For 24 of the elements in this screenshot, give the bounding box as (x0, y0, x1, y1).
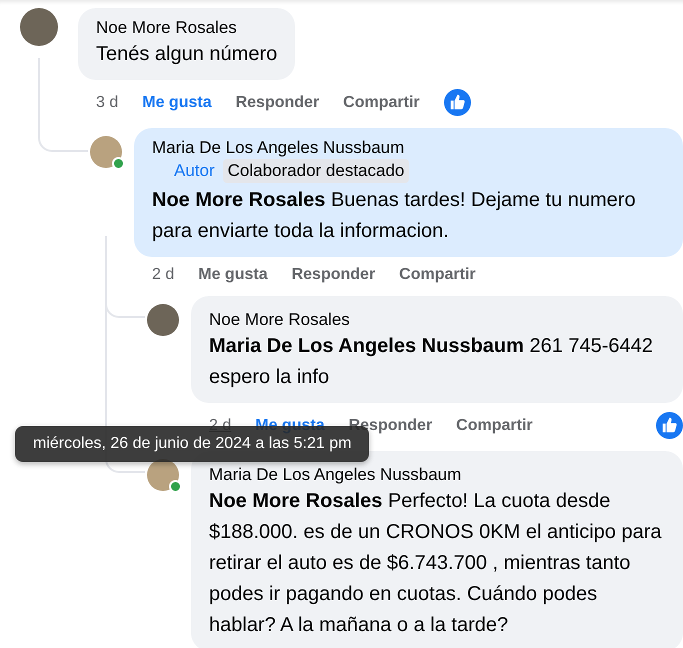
thread-connector (38, 128, 88, 152)
author-name[interactable]: Maria De Los Angeles Nussbaum (152, 137, 665, 159)
like-link[interactable]: Me gusta (142, 94, 212, 112)
comment-text: Noe More Rosales Perfecto! La cuota desde $188.000. es de un CRONOS 0KM el anticipo para retirar el auto es de $6.743.700 , mientras tanto podes ir pagando en cuotas. Cuándo podes hablar? A la mañana o a la tarde? (209, 489, 662, 638)
reply-link[interactable]: Responder (236, 94, 320, 112)
share-link[interactable]: Compartir (456, 416, 533, 434)
timestamp-link[interactable]: 2 d (152, 266, 174, 284)
like-reaction-icon[interactable] (444, 89, 471, 116)
comment-text: Maria De Los Angeles Nussbaum 261 745-6442 espero la info (209, 334, 654, 390)
comment-text: Tenés algun número (96, 42, 278, 67)
author-name[interactable]: Noe More Rosales (209, 309, 665, 331)
avatar[interactable] (147, 304, 179, 336)
timestamp-link[interactable]: 3 d (96, 94, 118, 112)
author-label: Autor (173, 160, 216, 182)
share-link[interactable]: Compartir (399, 266, 476, 284)
avatar[interactable] (20, 8, 58, 46)
reply-link[interactable]: Responder (292, 266, 376, 284)
author-name[interactable]: Maria De Los Angeles Nussbaum (209, 464, 665, 486)
comment-text: Noe More Rosales Buenas tardes! Dejame tu numero para enviarte toda la informacion. (152, 188, 637, 244)
contributor-badge: Colaborador destacado (222, 159, 410, 183)
author-name[interactable]: Noe More Rosales (96, 17, 278, 39)
like-reaction-icon[interactable] (656, 412, 683, 439)
share-link[interactable]: Compartir (343, 94, 420, 112)
like-link[interactable]: Me gusta (198, 266, 268, 284)
